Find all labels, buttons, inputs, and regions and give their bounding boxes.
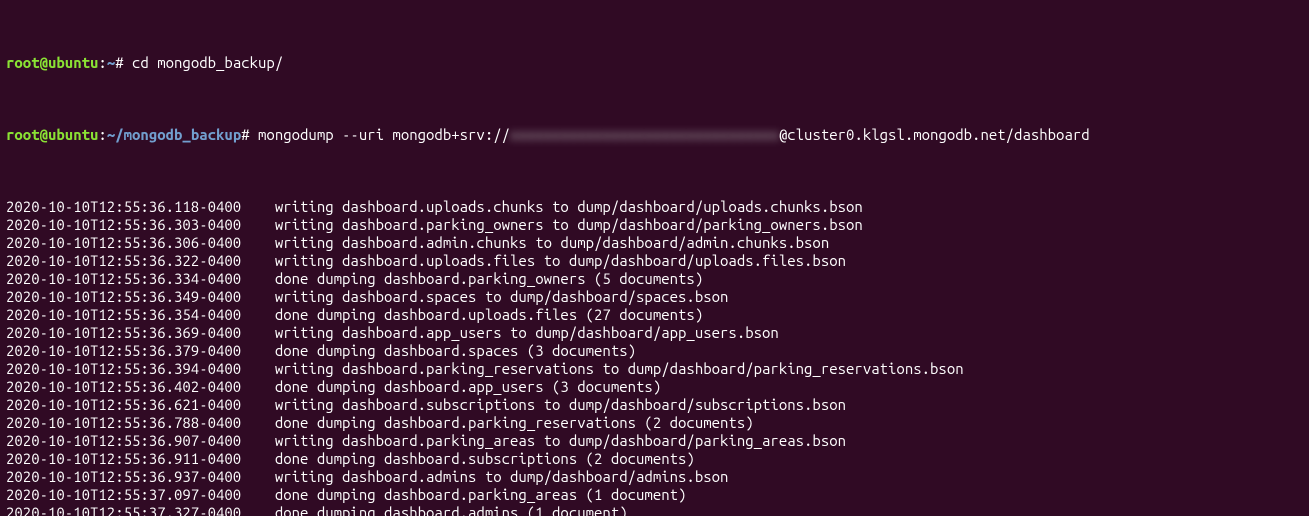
log-message: done dumping dashboard.parking_owners (5… [275, 270, 703, 287]
log-line: 2020-10-10T12:55:36.369-0400 writing das… [6, 324, 1303, 342]
log-message: done dumping dashboard.parking_reservati… [275, 414, 754, 431]
log-timestamp: 2020-10-10T12:55:36.354-0400 [6, 306, 241, 323]
log-timestamp: 2020-10-10T12:55:36.306-0400 [6, 234, 241, 251]
terminal-window[interactable]: root@ubuntu:~# cd mongodb_backup/ root@u… [0, 0, 1309, 516]
log-timestamp: 2020-10-10T12:55:36.322-0400 [6, 252, 241, 269]
log-line: 2020-10-10T12:55:36.911-0400 done dumpin… [6, 450, 1303, 468]
log-timestamp: 2020-10-10T12:55:37.097-0400 [6, 486, 241, 503]
log-message: writing dashboard.app_users to dump/dash… [275, 324, 779, 341]
log-message: done dumping dashboard.uploads.files (27… [275, 306, 703, 323]
prompt-user-host: root@ubuntu [6, 126, 98, 143]
log-timestamp: 2020-10-10T12:55:36.394-0400 [6, 360, 241, 377]
log-line: 2020-10-10T12:55:36.788-0400 done dumpin… [6, 414, 1303, 432]
log-timestamp: 2020-10-10T12:55:36.937-0400 [6, 468, 241, 485]
log-message: done dumping dashboard.app_users (3 docu… [275, 378, 661, 395]
log-line: 2020-10-10T12:55:36.354-0400 done dumpin… [6, 306, 1303, 324]
log-message: done dumping dashboard.spaces (3 documen… [275, 342, 636, 359]
log-timestamp: 2020-10-10T12:55:36.334-0400 [6, 270, 241, 287]
log-message: done dumping dashboard.parking_areas (1 … [275, 486, 687, 503]
log-message: writing dashboard.admin.chunks to dump/d… [275, 234, 829, 251]
log-line: 2020-10-10T12:55:36.306-0400 writing das… [6, 234, 1303, 252]
log-line: 2020-10-10T12:55:37.327-0400 done dumpin… [6, 504, 1303, 516]
log-timestamp: 2020-10-10T12:55:36.402-0400 [6, 378, 241, 395]
log-line: 2020-10-10T12:55:36.118-0400 writing das… [6, 198, 1303, 216]
log-line: 2020-10-10T12:55:36.334-0400 done dumpin… [6, 270, 1303, 288]
command-line: root@ubuntu:~/mongodb_backup# mongodump … [6, 126, 1303, 144]
log-message: writing dashboard.parking_reservations t… [275, 360, 964, 377]
log-line: 2020-10-10T12:55:36.937-0400 writing das… [6, 468, 1303, 486]
log-timestamp: 2020-10-10T12:55:36.379-0400 [6, 342, 241, 359]
log-timestamp: 2020-10-10T12:55:36.788-0400 [6, 414, 241, 431]
previous-prompt-line: root@ubuntu:~# cd mongodb_backup/ [6, 54, 1303, 72]
log-message: done dumping dashboard.admins (1 documen… [275, 504, 628, 516]
log-message: done dumping dashboard.subscriptions (2 … [275, 450, 695, 467]
log-timestamp: 2020-10-10T12:55:37.327-0400 [6, 504, 241, 516]
log-output: 2020-10-10T12:55:36.118-0400 writing das… [6, 198, 1303, 516]
log-timestamp: 2020-10-10T12:55:36.349-0400 [6, 288, 241, 305]
log-timestamp: 2020-10-10T12:55:36.118-0400 [6, 198, 241, 215]
prompt-path: ~/mongodb_backup [107, 126, 241, 143]
log-message: writing dashboard.admins to dump/dashboa… [275, 468, 729, 485]
log-line: 2020-10-10T12:55:36.621-0400 writing das… [6, 396, 1303, 414]
log-line: 2020-10-10T12:55:36.303-0400 writing das… [6, 216, 1303, 234]
log-message: writing dashboard.parking_areas to dump/… [275, 432, 846, 449]
prompt-user-host: root@ubuntu [6, 54, 98, 71]
log-line: 2020-10-10T12:55:36.394-0400 writing das… [6, 360, 1303, 378]
log-line: 2020-10-10T12:55:36.379-0400 done dumpin… [6, 342, 1303, 360]
log-message: writing dashboard.subscriptions to dump/… [275, 396, 846, 413]
log-timestamp: 2020-10-10T12:55:36.369-0400 [6, 324, 241, 341]
log-message: writing dashboard.uploads.chunks to dump… [275, 198, 863, 215]
log-line: 2020-10-10T12:55:37.097-0400 done dumpin… [6, 486, 1303, 504]
log-message: writing dashboard.spaces to dump/dashboa… [275, 288, 729, 305]
log-message: writing dashboard.parking_owners to dump… [275, 216, 863, 233]
command-text-part-b: @cluster0.klgsl.mongodb.net/dashboard [779, 126, 1090, 143]
log-line: 2020-10-10T12:55:36.349-0400 writing das… [6, 288, 1303, 306]
log-line: 2020-10-10T12:55:36.322-0400 writing das… [6, 252, 1303, 270]
log-line: 2020-10-10T12:55:36.402-0400 done dumpin… [6, 378, 1303, 396]
log-timestamp: 2020-10-10T12:55:36.911-0400 [6, 450, 241, 467]
log-message: writing dashboard.uploads.files to dump/… [275, 252, 846, 269]
log-timestamp: 2020-10-10T12:55:36.907-0400 [6, 432, 241, 449]
log-timestamp: 2020-10-10T12:55:36.303-0400 [6, 216, 241, 233]
redacted-credentials: xxxxxxxxxxxxxxxxxxxxxxxxxxxxxxxx [510, 126, 779, 143]
command-text-part-a: mongodump --uri mongodb+srv:// [258, 126, 510, 143]
log-timestamp: 2020-10-10T12:55:36.621-0400 [6, 396, 241, 413]
log-line: 2020-10-10T12:55:36.907-0400 writing das… [6, 432, 1303, 450]
